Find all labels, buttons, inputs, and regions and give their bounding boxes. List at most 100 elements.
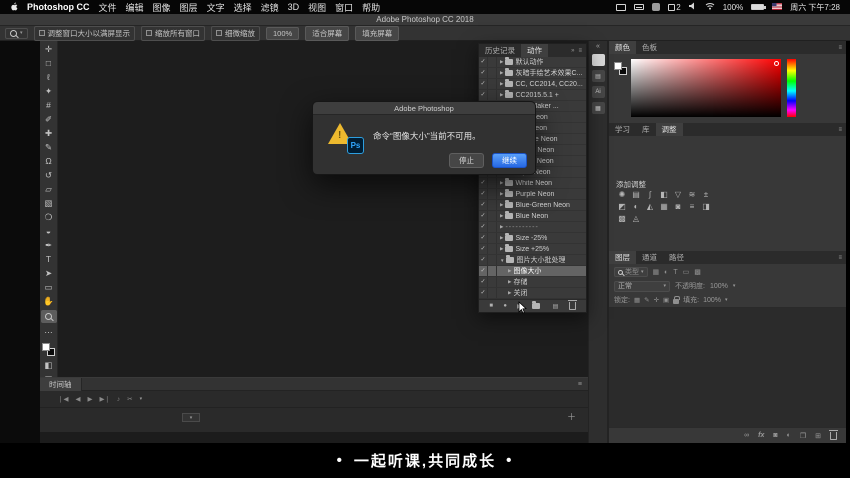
chevron-down-icon[interactable]: ▾: [725, 297, 728, 303]
posterize-icon[interactable]: ≡: [685, 201, 699, 213]
lock-artboard-icon[interactable]: ▣: [663, 296, 669, 304]
check-icon[interactable]: ✓: [479, 266, 488, 276]
filter-adjustment-icon[interactable]: ◐: [664, 269, 668, 276]
disclosure-icon[interactable]: ▶: [500, 213, 503, 219]
zoom-tool-preset[interactable]: ▾: [5, 28, 28, 39]
action-row[interactable]: ✓▶CC2015.5.1 +: [479, 90, 586, 101]
frame-rate-select[interactable]: ▾: [182, 413, 200, 422]
tab-timeline[interactable]: 时间轴: [40, 378, 82, 391]
marquee-tool[interactable]: □: [42, 58, 56, 68]
filter-shape-icon[interactable]: ▭: [683, 268, 690, 276]
panel-menu-icon[interactable]: ≡: [838, 127, 842, 133]
lock-pixels-icon[interactable]: ✎: [644, 296, 649, 304]
zoom-100-button[interactable]: 100%: [266, 27, 299, 40]
check-icon[interactable]: ✓: [479, 79, 488, 89]
check-icon[interactable]: ✓: [479, 277, 488, 287]
menu-file[interactable]: 文件: [99, 1, 117, 14]
healing-brush-tool[interactable]: ✚: [42, 128, 56, 138]
battery-icon[interactable]: [751, 4, 764, 10]
scrubby-zoom-checkbox[interactable]: 细微缩放: [211, 26, 260, 41]
check-icon[interactable]: ✓: [479, 211, 488, 221]
dialog-toggle-cell[interactable]: [488, 189, 497, 199]
badge-icon[interactable]: 2: [668, 3, 680, 12]
tab-color[interactable]: 颜色: [609, 41, 636, 54]
menu-layer[interactable]: 图层: [180, 1, 198, 14]
prev-frame-icon[interactable]: ◀: [75, 395, 80, 403]
menu-help[interactable]: 帮助: [362, 1, 380, 14]
dialog-toggle-cell[interactable]: [488, 211, 497, 221]
action-row[interactable]: ✓▶Blue Neon: [479, 211, 586, 222]
action-row[interactable]: ✓▶Size +25%: [479, 244, 586, 255]
exposure-icon[interactable]: ◧: [657, 189, 671, 201]
check-icon[interactable]: ✓: [479, 90, 488, 100]
disclosure-icon[interactable]: ▶: [500, 70, 503, 76]
clone-stamp-tool[interactable]: Ω: [42, 156, 56, 166]
eyedropper-tool[interactable]: ✐: [42, 114, 56, 124]
split-icon[interactable]: ✂: [127, 395, 132, 403]
dodge-tool[interactable]: ◒: [42, 226, 56, 236]
hand-tool[interactable]: ✋: [42, 296, 56, 306]
lasso-tool[interactable]: ℓ: [42, 72, 56, 82]
panel-menu-icon[interactable]: ≡: [838, 255, 842, 261]
menu-edit[interactable]: 编辑: [126, 1, 144, 14]
filter-pixel-icon[interactable]: ▦: [653, 268, 660, 276]
move-tool[interactable]: ✛: [42, 44, 56, 54]
disclosure-icon[interactable]: ▶: [508, 279, 511, 285]
action-row[interactable]: ✓▶关闭: [479, 288, 586, 299]
menubar-clock[interactable]: 周六 下午7:28: [790, 2, 840, 13]
action-row[interactable]: ✓▶灰暗手绘艺术效果C...: [479, 68, 586, 79]
zoom-all-windows-checkbox[interactable]: 缩放所有窗口: [141, 26, 205, 41]
action-row-separator[interactable]: ✓▶----------: [479, 222, 586, 233]
dialog-toggle-cell[interactable]: [488, 288, 497, 298]
color-lookup-icon[interactable]: ▦: [657, 201, 671, 213]
filter-type-icon[interactable]: T: [673, 269, 677, 276]
disclosure-icon[interactable]: ▶: [500, 202, 503, 208]
display-icon[interactable]: [616, 4, 626, 11]
check-icon[interactable]: ✓: [479, 189, 488, 199]
volume-icon[interactable]: [689, 2, 697, 12]
properties-panel-icon[interactable]: [592, 54, 605, 66]
lock-all-icon[interactable]: [673, 299, 679, 304]
check-icon[interactable]: ✓: [479, 57, 488, 67]
crop-tool[interactable]: #: [42, 100, 56, 110]
check-icon[interactable]: ✓: [479, 200, 488, 210]
color-balance-icon[interactable]: ±: [699, 189, 713, 201]
action-row[interactable]: ✓▶Purple Neon: [479, 189, 586, 200]
keyboard-icon[interactable]: [634, 4, 644, 10]
menu-image[interactable]: 图像: [153, 1, 171, 14]
dialog-toggle-cell[interactable]: [488, 277, 497, 287]
panel-menu-icon[interactable]: ≡: [838, 45, 842, 51]
filter-smart-object-icon[interactable]: ▩: [694, 268, 701, 276]
stop-button[interactable]: 停止: [449, 153, 484, 168]
panel-menu-icon[interactable]: ≡: [578, 48, 582, 54]
levels-icon[interactable]: ▤: [629, 189, 643, 201]
lock-position-icon[interactable]: ✛: [654, 296, 659, 304]
disclosure-open-icon[interactable]: ▼: [500, 258, 504, 263]
action-row[interactable]: ✓▶Blue-Green Neon: [479, 200, 586, 211]
fit-screen-button[interactable]: 适合屏幕: [305, 26, 349, 41]
collapse-icon[interactable]: »: [571, 48, 574, 54]
color-fgbg-swatch[interactable]: [614, 62, 627, 75]
saturation-brightness-field[interactable]: [631, 59, 781, 117]
edit-toolbar-icon[interactable]: ⋯: [42, 327, 56, 337]
tab-history[interactable]: 历史记录: [479, 44, 521, 57]
curves-icon[interactable]: ∫: [643, 189, 657, 201]
tab-learn[interactable]: 学习: [609, 123, 636, 136]
pen-tool[interactable]: ✒: [42, 240, 56, 250]
blend-mode-select[interactable]: 正常▾: [614, 281, 670, 292]
action-row[interactable]: ✓▶CC, CC2014, CC20...: [479, 79, 586, 90]
character-panel-icon[interactable]: ▤: [592, 70, 605, 82]
quick-selection-tool[interactable]: ✦: [42, 86, 56, 96]
menu-select[interactable]: 选择: [234, 1, 252, 14]
gradient-map-icon[interactable]: ▩: [615, 213, 629, 225]
new-set-icon[interactable]: [532, 303, 540, 309]
dialog-toggle-cell[interactable]: [488, 255, 497, 265]
disclosure-icon[interactable]: ▶: [500, 191, 503, 197]
apple-icon[interactable]: [10, 2, 18, 13]
action-row[interactable]: ✓▶存储: [479, 277, 586, 288]
channel-mixer-icon[interactable]: ◭: [643, 201, 657, 213]
vibrance-icon[interactable]: ▽: [671, 189, 685, 201]
wifi-icon[interactable]: [705, 2, 715, 12]
dialog-toggle-cell[interactable]: [488, 79, 497, 89]
dialog-toggle-cell[interactable]: [488, 57, 497, 67]
